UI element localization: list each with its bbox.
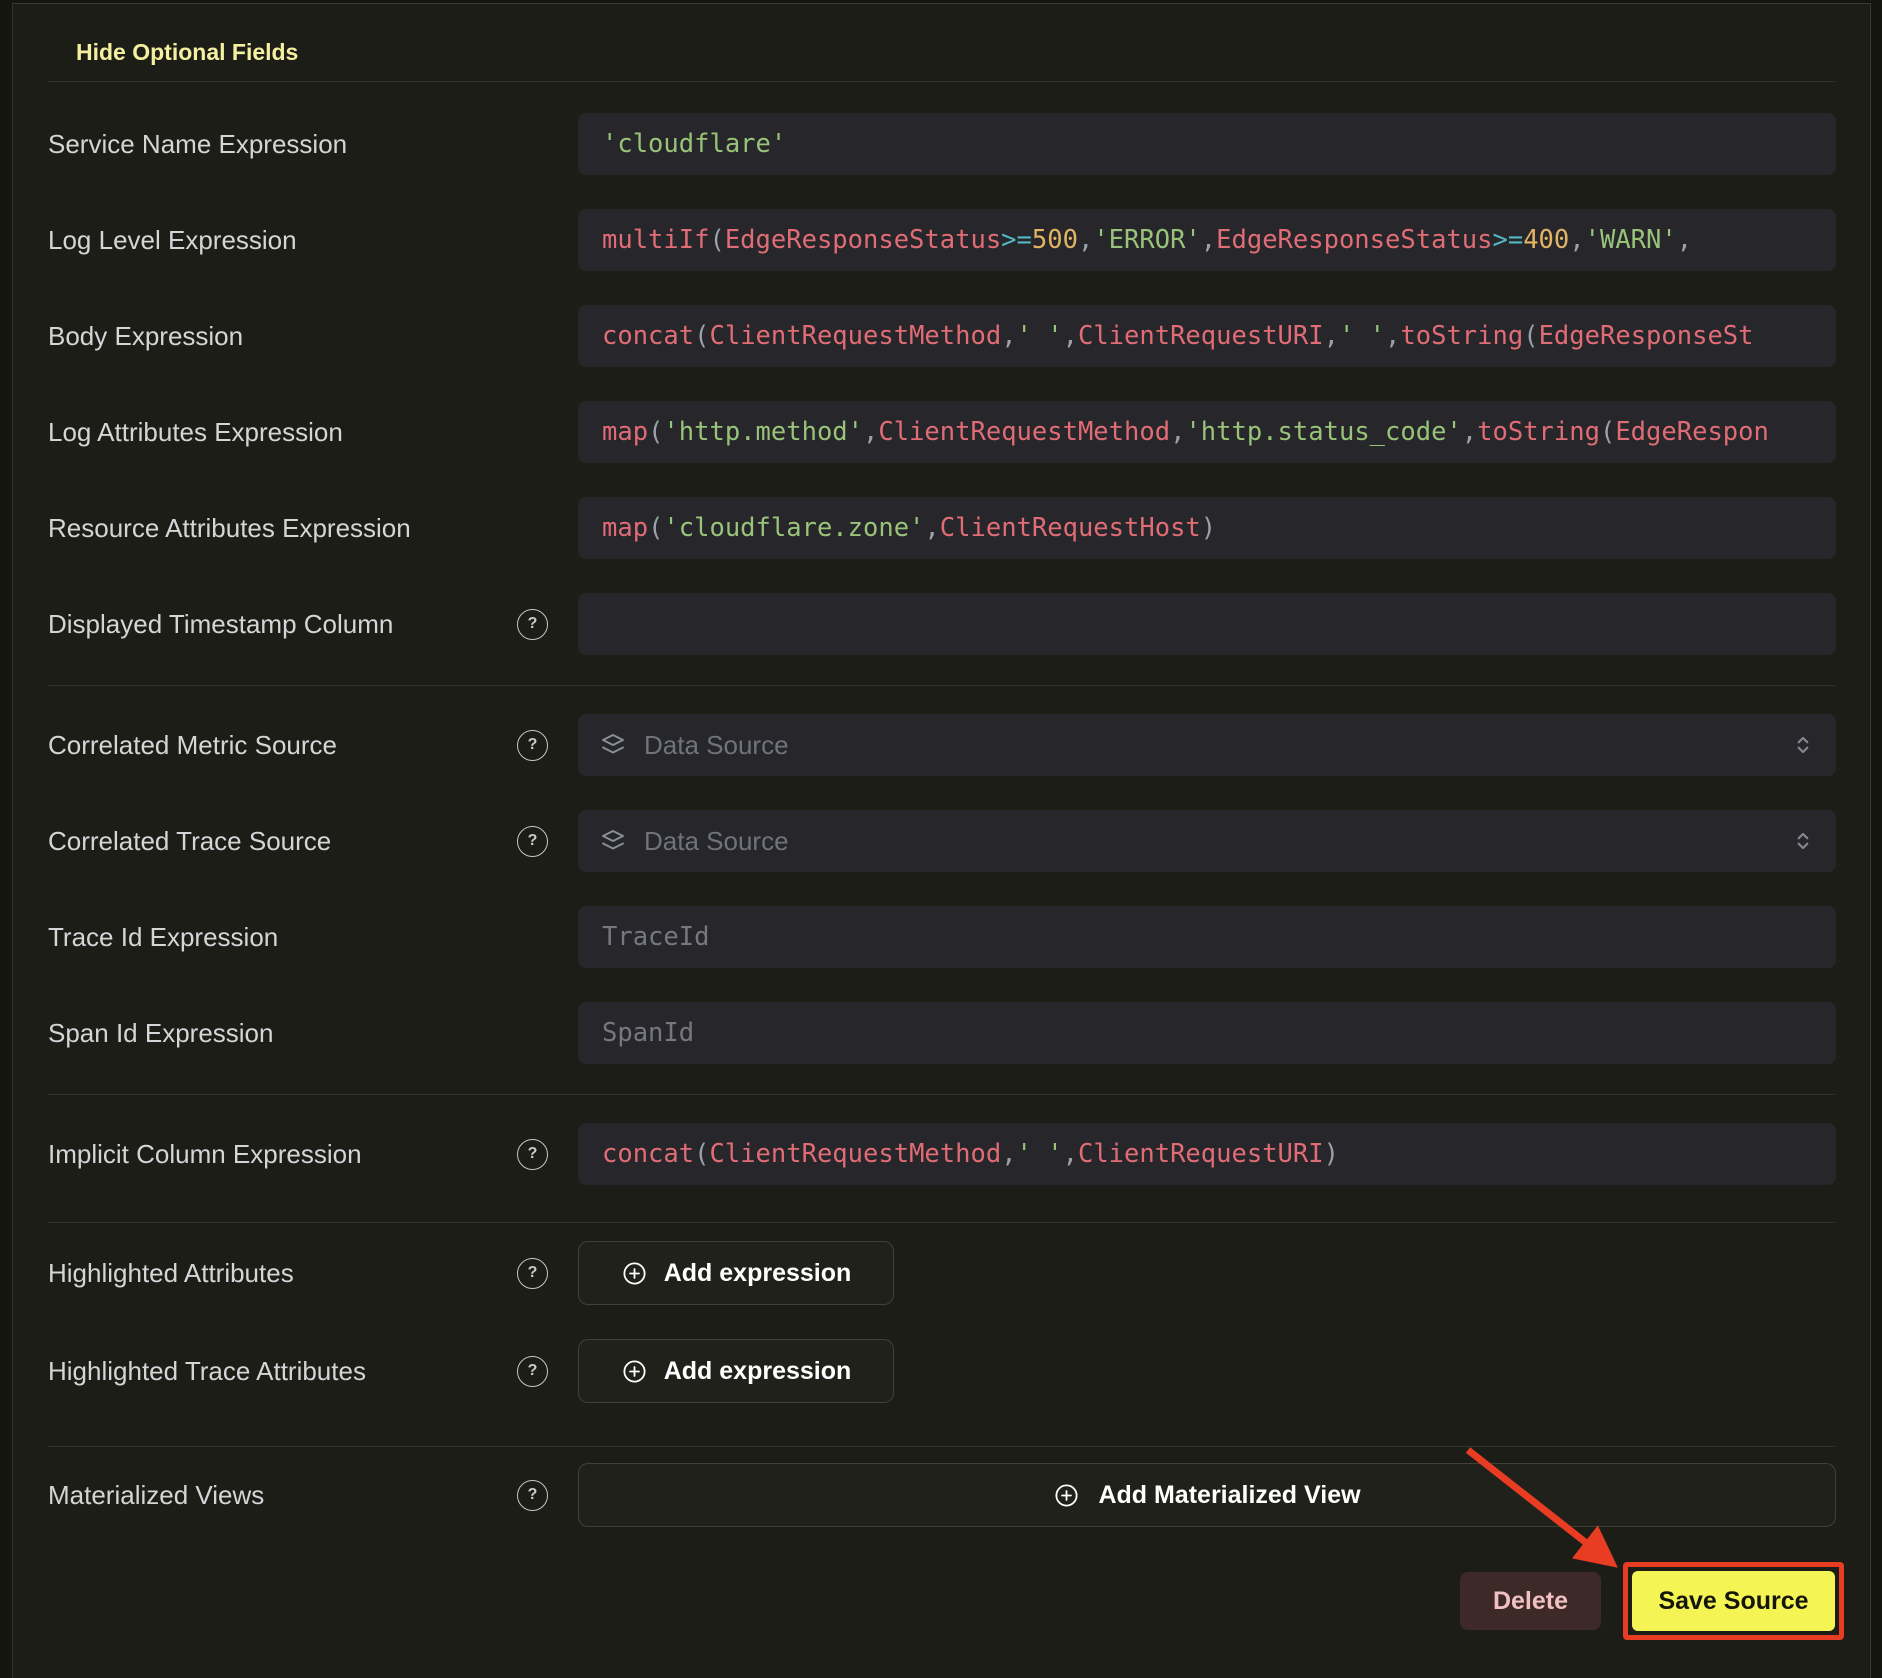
- circle-plus-icon: [621, 1260, 648, 1287]
- help-icon[interactable]: ?: [517, 1139, 548, 1170]
- stack-icon: [598, 730, 628, 760]
- select-placeholder: Data Source: [644, 826, 789, 857]
- displayed-timestamp-column-input[interactable]: [578, 593, 1836, 655]
- section-divider: [48, 81, 1835, 82]
- hide-optional-fields-toggle[interactable]: Hide Optional Fields: [76, 38, 298, 66]
- materialized-views-label: Materialized Views: [48, 1479, 264, 1511]
- form-row-trace-id: Trace Id Expression: [48, 906, 1835, 968]
- correlated-metric-source-label: Correlated Metric Source: [48, 729, 337, 761]
- form-row-correlated-metric: Correlated Metric Source ? Data Source: [48, 714, 1835, 776]
- form-footer: Delete Save Source: [48, 1562, 1835, 1640]
- add-expression-label: Add expression: [664, 1259, 852, 1288]
- correlated-metric-source-select[interactable]: Data Source: [578, 714, 1836, 776]
- form-row-span-id: Span Id Expression: [48, 1002, 1835, 1064]
- form-row-correlated-trace: Correlated Trace Source ? Data Source: [48, 810, 1835, 872]
- form-row-log-level: Log Level Expression multiIf(EdgeRespons…: [48, 209, 1835, 271]
- help-icon[interactable]: ?: [517, 1258, 548, 1289]
- form-row-body: Body Expression concat(ClientRequestMeth…: [48, 305, 1835, 367]
- help-icon[interactable]: ?: [517, 730, 548, 761]
- chevron-up-down-icon: [1790, 732, 1816, 758]
- form-row-resource-attributes: Resource Attributes Expression map('clou…: [48, 497, 1835, 559]
- displayed-timestamp-column-label: Displayed Timestamp Column: [48, 608, 393, 640]
- highlighted-trace-attributes-label: Highlighted Trace Attributes: [48, 1355, 366, 1387]
- form-row-displayed-timestamp: Displayed Timestamp Column ?: [48, 593, 1835, 655]
- log-level-expression-input[interactable]: multiIf(EdgeResponseStatus >= 500, 'ERRO…: [578, 209, 1836, 271]
- correlated-trace-source-label: Correlated Trace Source: [48, 825, 331, 857]
- body-expression-label: Body Expression: [48, 320, 243, 352]
- form-row-service-name: Service Name Expression 'cloudflare': [48, 113, 1835, 175]
- form-row-highlighted-attributes: Highlighted Attributes ? Add expression: [48, 1241, 1835, 1305]
- help-icon[interactable]: ?: [517, 826, 548, 857]
- add-materialized-view-label: Add Materialized View: [1098, 1481, 1360, 1510]
- section-divider: [48, 685, 1835, 686]
- add-expression-label: Add expression: [664, 1357, 852, 1386]
- span-id-expression-label: Span Id Expression: [48, 1017, 273, 1049]
- delete-button[interactable]: Delete: [1460, 1572, 1601, 1630]
- circle-plus-icon: [621, 1358, 648, 1385]
- form-row-materialized-views: Materialized Views ? Add Materialized Vi…: [48, 1463, 1835, 1527]
- add-materialized-view-button[interactable]: Add Materialized View: [578, 1463, 1836, 1527]
- form-row-implicit-column: Implicit Column Expression ? concat(Clie…: [48, 1123, 1835, 1185]
- form-row-log-attributes: Log Attributes Expression map('http.meth…: [48, 401, 1835, 463]
- help-icon[interactable]: ?: [517, 609, 548, 640]
- help-icon[interactable]: ?: [517, 1480, 548, 1511]
- span-id-expression-input[interactable]: [578, 1002, 1836, 1064]
- log-level-expression-label: Log Level Expression: [48, 224, 297, 256]
- trace-id-expression-label: Trace Id Expression: [48, 921, 278, 953]
- correlated-trace-source-select[interactable]: Data Source: [578, 810, 1836, 872]
- implicit-column-expression-input[interactable]: concat(ClientRequestMethod, ' ', ClientR…: [578, 1123, 1836, 1185]
- form-row-highlighted-trace-attributes: Highlighted Trace Attributes ? Add expre…: [48, 1339, 1835, 1403]
- service-name-expression-label: Service Name Expression: [48, 128, 347, 160]
- save-source-button[interactable]: Save Source: [1632, 1571, 1835, 1631]
- chevron-up-down-icon: [1790, 828, 1816, 854]
- service-name-expression-input[interactable]: 'cloudflare': [578, 113, 1836, 175]
- section-divider: [48, 1446, 1835, 1447]
- implicit-column-expression-label: Implicit Column Expression: [48, 1138, 362, 1170]
- trace-id-expression-input[interactable]: [578, 906, 1836, 968]
- source-form-panel: Hide Optional Fields Service Name Expres…: [12, 3, 1871, 1678]
- circle-plus-icon: [1053, 1482, 1080, 1509]
- help-icon[interactable]: ?: [517, 1356, 548, 1387]
- section-divider: [48, 1222, 1835, 1223]
- add-expression-button[interactable]: Add expression: [578, 1339, 894, 1403]
- section-divider: [48, 1094, 1835, 1095]
- body-expression-input[interactable]: concat(ClientRequestMethod, ' ', ClientR…: [578, 305, 1836, 367]
- annotation-highlight-box: Save Source: [1623, 1562, 1844, 1640]
- stack-icon: [598, 826, 628, 856]
- highlighted-attributes-label: Highlighted Attributes: [48, 1257, 294, 1289]
- add-expression-button[interactable]: Add expression: [578, 1241, 894, 1305]
- resource-attributes-expression-input[interactable]: map('cloudflare.zone', ClientRequestHost…: [578, 497, 1836, 559]
- log-attributes-expression-label: Log Attributes Expression: [48, 416, 343, 448]
- select-placeholder: Data Source: [644, 730, 789, 761]
- log-attributes-expression-input[interactable]: map('http.method', ClientRequestMethod, …: [578, 401, 1836, 463]
- resource-attributes-expression-label: Resource Attributes Expression: [48, 512, 411, 544]
